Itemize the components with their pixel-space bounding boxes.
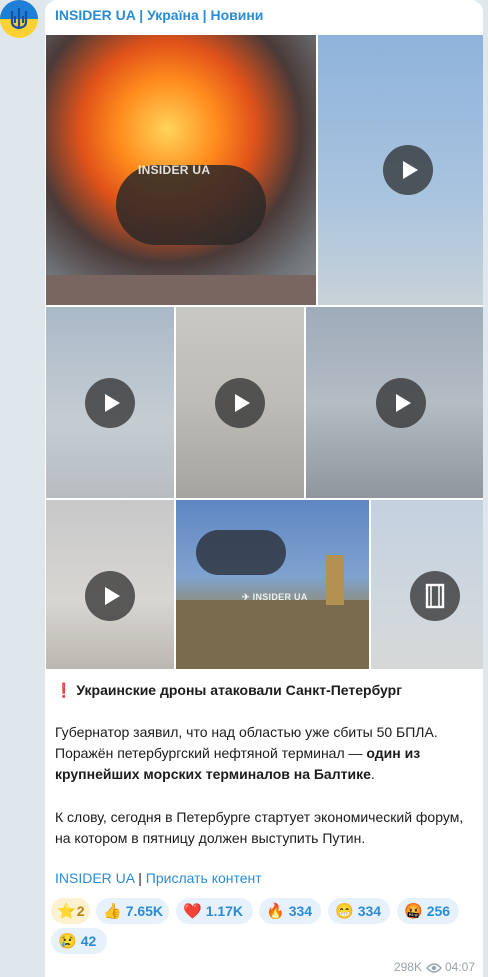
watermark-small: ✈ INSIDER UA (242, 592, 308, 602)
media-tile-2[interactable] (318, 35, 483, 305)
play-icon[interactable] (85, 571, 135, 621)
channel-avatar[interactable] (0, 0, 38, 38)
post-paragraph-2: К слову, сегодня в Петербурге стартует э… (55, 807, 475, 849)
reaction-star[interactable]: ⭐2 (51, 898, 90, 924)
media-tile-3[interactable] (46, 307, 174, 498)
star-icon: ⭐ (57, 903, 76, 920)
alert-icon: ❗ (55, 682, 73, 698)
watermark: INSIDER UA (138, 163, 211, 177)
reaction-count: 334 (357, 903, 382, 919)
post-time: 04:07 (444, 960, 475, 974)
message-bubble: INSIDER UA | Україна | Новини INSIDER UA… (45, 0, 483, 977)
grin-icon: 😁 (335, 903, 354, 920)
reaction-count: 2 (76, 903, 85, 919)
media-tile-5[interactable] (306, 307, 483, 498)
media-tile-8[interactable] (371, 500, 483, 669)
angry-face-icon: 🤬 (404, 903, 423, 920)
media-tile-7[interactable]: ✈ INSIDER UA (176, 500, 369, 669)
post-paragraph-1: Губернатор заявил, что над областью уже … (55, 722, 475, 785)
reaction-thumbs-up[interactable]: 👍 7.65K (96, 898, 169, 924)
eye-icon (426, 963, 442, 973)
film-strip-icon (425, 583, 445, 609)
post-links: INSIDER UA | Прислать контент (55, 870, 262, 886)
paragraph-2-text: К слову, сегодня в Петербурге стартует э… (55, 809, 464, 846)
submit-content-link[interactable]: Прислать контент (146, 870, 262, 886)
reaction-count: 42 (80, 933, 97, 949)
post-headline: ❗ Украинские дроны атаковали Санкт-Петер… (55, 680, 475, 701)
play-icon[interactable] (215, 378, 265, 428)
reaction-angry[interactable]: 🤬 256 (397, 898, 459, 924)
paragraph-1-end: . (370, 766, 375, 782)
media-tile-6[interactable] (46, 500, 174, 669)
headline-text: Украинские дроны атаковали Санкт-Петербу… (76, 682, 403, 698)
reaction-count: 1.17K (205, 903, 244, 919)
reaction-cry[interactable]: 😢 42 (51, 928, 107, 954)
reaction-grin[interactable]: 😁 334 (328, 898, 390, 924)
link-separator: | (134, 870, 146, 886)
reaction-count: 7.65K (125, 903, 164, 919)
reaction-heart[interactable]: ❤️ 1.17K (176, 898, 253, 924)
trident-icon (10, 8, 28, 30)
channel-link[interactable]: INSIDER UA (55, 870, 134, 886)
reaction-count: 334 (288, 903, 313, 919)
media-tile-1[interactable]: INSIDER UA (46, 35, 316, 305)
view-count: 298K (393, 960, 422, 974)
film-icon[interactable] (410, 571, 460, 621)
play-icon[interactable] (383, 145, 433, 195)
channel-name[interactable]: INSIDER UA | Україна | Новини (55, 7, 263, 23)
message-meta: 298K 04:07 (394, 960, 475, 974)
fire-icon: 🔥 (266, 903, 285, 920)
heart-icon: ❤️ (183, 903, 202, 920)
play-icon[interactable] (376, 378, 426, 428)
thumbs-up-icon: 👍 (103, 903, 122, 920)
reaction-count: 256 (426, 903, 451, 919)
play-icon[interactable] (85, 378, 135, 428)
reaction-fire[interactable]: 🔥 334 (259, 898, 321, 924)
media-tile-4[interactable] (176, 307, 304, 498)
crying-face-icon: 😢 (58, 933, 77, 950)
